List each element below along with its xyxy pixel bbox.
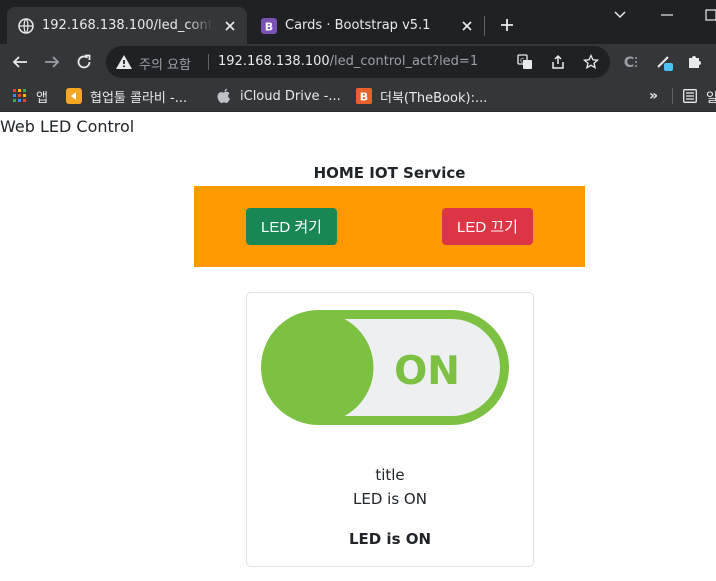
tab-strip: 192.168.138.100/led_control B Cards · Bo… <box>0 0 716 44</box>
new-tab-plus-icon[interactable] <box>496 14 518 36</box>
tab-title: Cards · Bootstrap v5.1 <box>285 18 431 33</box>
bookmark-label: iCloud Drive -... <box>240 88 341 104</box>
back-arrow-icon[interactable] <box>8 50 32 74</box>
led-status-text: LED is ON <box>348 530 432 548</box>
bookmark-label: 앱 <box>36 90 48 106</box>
star-icon[interactable] <box>582 53 600 71</box>
eyedropper-extension-icon[interactable] <box>654 51 676 73</box>
bookmark-label: 협업툴 콜라비 -... <box>90 90 188 106</box>
url-host: 192.168.138.100 <box>218 54 330 69</box>
url-path: /led_control_act?led=1 <box>329 54 479 69</box>
minimize-icon[interactable] <box>656 6 678 24</box>
bookmark-icloud[interactable]: iCloud Drive -... <box>216 86 341 106</box>
reload-icon[interactable] <box>72 50 96 74</box>
share-icon[interactable] <box>549 53 567 71</box>
svg-text:G: G <box>520 58 525 65</box>
toggle-on-image: ON <box>261 310 509 425</box>
bookmark-thebook[interactable]: B 더북(TheBook):... <box>356 86 487 106</box>
extension-c-icon[interactable]: C <box>620 51 642 73</box>
translate-icon[interactable]: G <box>516 53 534 71</box>
browser-toolbar: 주의 요함 192.168.138.100/led_control_act?le… <box>0 44 716 80</box>
tab-led-control[interactable]: 192.168.138.100/led_control <box>7 7 247 44</box>
reading-list-button[interactable]: 일 <box>682 86 716 106</box>
service-title: HOME IOT Service <box>313 164 466 182</box>
globe-icon <box>18 17 34 34</box>
bookmark-label: 더북(TheBook):... <box>380 90 488 106</box>
svg-text:B: B <box>265 20 273 33</box>
chevron-down-icon[interactable] <box>609 6 631 24</box>
thebook-logo-icon: B <box>356 88 372 104</box>
collabee-logo-icon <box>66 88 82 104</box>
close-icon[interactable] <box>221 17 239 35</box>
reading-list-icon <box>682 88 698 104</box>
card-title: title <box>375 466 405 484</box>
toggle-on-label: ON <box>394 349 460 394</box>
forward-arrow-icon[interactable] <box>40 50 64 74</box>
bookmark-collabee[interactable]: 협업툴 콜라비 -... <box>66 86 187 106</box>
bookmarks-separator <box>672 88 673 104</box>
apple-icon <box>216 88 232 104</box>
bookmarks-bar: 앱 협업툴 콜라비 -... iCloud Drive -... B 더북(Th… <box>0 80 716 112</box>
warning-triangle-icon[interactable] <box>115 53 133 71</box>
apps-grid-icon <box>12 88 28 104</box>
led-off-button[interactable]: LED 끄기 <box>442 208 533 245</box>
tab-title: 192.168.138.100/led_control <box>42 18 213 33</box>
bookmark-apps[interactable]: 앱 <box>12 86 48 106</box>
close-icon[interactable] <box>458 17 476 35</box>
url-text[interactable]: 192.168.138.100/led_control_act?led=1 <box>218 54 478 69</box>
card-text: LED is ON <box>353 490 427 508</box>
bookmarks-overflow-button[interactable]: » <box>649 88 658 104</box>
security-warning-label[interactable]: 주의 요함 <box>139 54 191 73</box>
maximize-icon[interactable] <box>700 6 716 24</box>
omnibox-separator <box>208 54 209 70</box>
control-panel: LED 켜기 LED 끄기 <box>194 186 585 267</box>
led-status-card: ON title LED is ON LED is ON <box>246 292 534 567</box>
page-content: Web LED Control HOME IOT Service LED 켜기 … <box>0 113 716 581</box>
bootstrap-icon: B <box>261 17 277 34</box>
reading-list-label: 일 <box>706 90 716 106</box>
led-on-button[interactable]: LED 켜기 <box>246 208 337 245</box>
page-heading: Web LED Control <box>0 117 135 136</box>
tab-separator <box>484 16 485 36</box>
tab-bootstrap-cards[interactable]: B Cards · Bootstrap v5.1 <box>250 7 484 44</box>
address-bar[interactable]: 주의 요함 192.168.138.100/led_control_act?le… <box>106 46 610 78</box>
puzzle-extensions-icon[interactable] <box>684 51 706 73</box>
svg-text:C: C <box>624 55 634 71</box>
svg-text:B: B <box>360 91 368 104</box>
